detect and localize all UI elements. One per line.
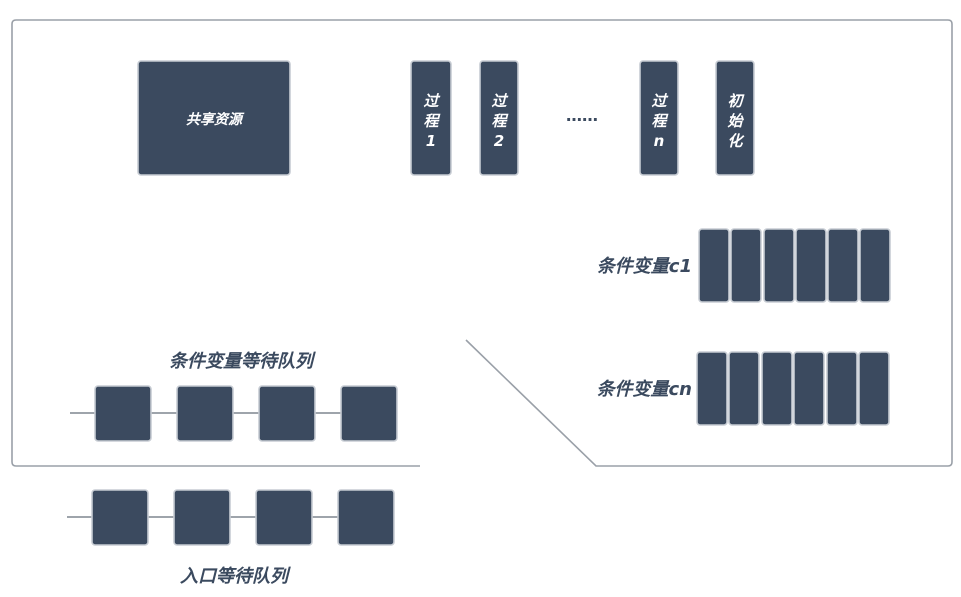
process-n-char-2: 程 (651, 112, 668, 130)
process-1-char-1: 过 (423, 92, 440, 110)
process-2-box: 过 程 2 (479, 60, 519, 176)
process-2-char-3: 2 (494, 132, 504, 150)
process-n-char-1: 过 (651, 92, 668, 110)
cond-wait-node (94, 385, 152, 442)
c1-slot (827, 228, 859, 303)
c1-slot (763, 228, 795, 303)
cond-var-c1-label: 条件变量c1 (597, 256, 692, 277)
entry-wait-node (173, 489, 231, 546)
process-1-char-2: 程 (423, 112, 440, 130)
process-2-char-1: 过 (491, 92, 508, 110)
cond-wait-node (258, 385, 316, 442)
entry-wait-queue-label: 入口等待队列 (180, 566, 291, 587)
cn-slot (793, 351, 825, 426)
process-ellipsis: …… (566, 106, 598, 125)
cond-wait-queue-label: 条件变量等待队列 (169, 351, 316, 372)
shared-resource-box: 共享资源 (137, 60, 291, 176)
c1-slot (795, 228, 827, 303)
process-n-box: 过 程 n (639, 60, 679, 176)
entry-wait-node (337, 489, 395, 546)
process-1-char-3: 1 (426, 132, 436, 150)
cond-var-c1-queue (698, 228, 891, 303)
cond-wait-node (340, 385, 398, 442)
c1-slot (859, 228, 891, 303)
init-char-3: 化 (727, 132, 744, 150)
process-2-char-2: 程 (491, 112, 508, 130)
cn-slot (696, 351, 728, 426)
init-box: 初 始 化 (715, 60, 755, 176)
init-char-2: 始 (727, 112, 744, 130)
cn-slot (761, 351, 793, 426)
cn-slot (826, 351, 858, 426)
shared-resource-label: 共享资源 (186, 111, 245, 128)
c1-slot (730, 228, 762, 303)
process-1-box: 过 程 1 (410, 60, 452, 176)
cond-var-cn-label: 条件变量cn (597, 379, 692, 400)
cn-slot (728, 351, 760, 426)
cn-slot (858, 351, 890, 426)
monitor-diagram: 共享资源 过 程 1 过 程 2 …… 过 程 n 初 始 化 条件变量c1 条… (11, 19, 953, 587)
process-n-char-3: n (654, 132, 665, 150)
entry-wait-node (91, 489, 149, 546)
cond-wait-node (176, 385, 234, 442)
cond-var-cn-queue (696, 351, 890, 426)
entry-wait-node (255, 489, 313, 546)
c1-slot (698, 228, 730, 303)
